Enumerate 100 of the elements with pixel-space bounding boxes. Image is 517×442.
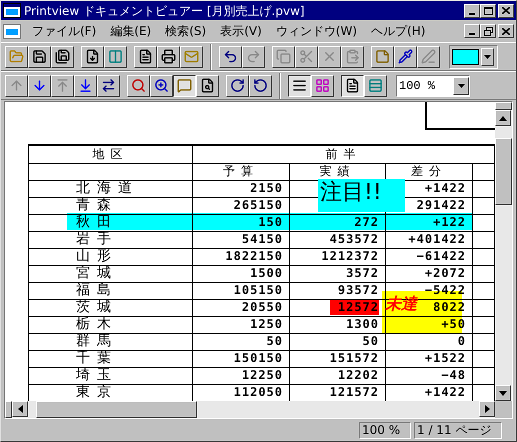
minimize-icon [469,33,475,35]
table-cell: 福島 [28,282,192,299]
horizontal-scrollbar[interactable] [5,401,495,418]
color-dropdown[interactable] [449,44,498,68]
table-cell: 150150 [192,350,290,367]
restore-button[interactable] [480,24,496,38]
menu-item[interactable]: 編集(E) [103,22,158,40]
cut-icon [299,49,314,64]
table-cell: 265150 [192,197,290,214]
table-cell: 453572 [330,232,379,247]
note-callout: 注目!! [318,179,405,212]
scroll-down-button[interactable] [495,385,511,401]
restore-icon [484,26,492,36]
zoom-icon [154,78,169,93]
table-cell: 2150 [192,180,290,197]
arrow-to-top-icon [55,78,70,93]
table-cell: 12202 [338,368,379,383]
rotate-back-icon [253,78,268,93]
column-header: 地区 [28,145,192,163]
menu-item[interactable]: 表示(V) [213,22,269,40]
table-cell: 151572 [330,351,379,366]
table-cell: 105150 [192,282,290,299]
minimize-icon [469,12,475,14]
note-icon [177,78,192,93]
swap-icon [101,78,116,93]
toolbar-button[interactable] [173,74,196,96]
close-icon [502,7,510,14]
menu-item[interactable]: 検索(S) [158,22,214,40]
scroll-up-button[interactable] [495,110,511,126]
table-cell: 秋田 [28,214,192,231]
triangle-icon [499,116,507,120]
zoom-select[interactable]: 100 % [396,74,470,96]
table-cell: 栃木 [28,316,192,333]
table-cell: 群馬 [28,333,192,350]
copy-icon [276,49,291,64]
floppy-disks-icon [55,49,70,64]
scroll-thumb[interactable] [36,401,197,418]
folder-icon [9,49,24,64]
menu-item[interactable]: ヘルプ(H) [364,22,432,40]
arrow-down-icon [32,78,47,93]
table-cell: 93572 [338,283,379,298]
toolbar-button[interactable] [341,74,364,96]
note-icon [375,49,390,64]
table-cell: +401422 [386,231,472,248]
table-cell: 青森 [28,197,192,214]
table-cell: 1822150 [192,248,290,265]
table-cell: 1500 [192,265,290,282]
table-cell: 54150 [192,231,290,248]
column-header: 前半 [192,145,494,163]
maximize-button[interactable] [480,4,496,18]
close-button[interactable] [498,4,514,18]
table-cell: 3572 [346,266,379,281]
lines-icon [292,78,307,93]
close-icon [502,28,510,34]
printer-icon [161,49,176,64]
document-icon [85,49,100,64]
search-icon [131,78,146,93]
toolbar-button[interactable] [288,74,311,96]
triangle-icon [499,390,507,396]
table-cell: 272 [354,215,379,230]
scroll-left-button[interactable] [12,401,28,417]
menu-item[interactable]: ウィンドウ(W) [268,22,364,40]
envelope-icon [184,49,199,64]
document-icon [3,24,21,38]
table-cell: 12250 [192,367,290,384]
status-field: 100 % [359,422,411,438]
delete-icon [322,49,337,64]
vertical-scrollbar[interactable] [495,102,512,401]
document-icon [345,78,360,93]
menu-item[interactable]: ファイル(F) [25,22,104,40]
pen-icon [421,49,436,64]
table-cell: +122 [386,214,472,231]
table-cell: 150 [192,214,290,231]
table-cell: 千葉 [28,350,192,367]
document-search-icon [200,78,215,93]
minimize-button[interactable] [464,24,480,38]
triangle-icon [484,405,490,413]
column-header: 予算 [192,163,290,180]
triangle-icon [18,405,22,413]
scroll-right-button[interactable] [479,401,495,417]
split-handle[interactable] [495,102,512,110]
minimize-button[interactable] [464,4,480,18]
split-handle[interactable] [5,401,12,418]
eyedropper-icon [398,49,413,64]
table-cell: 北海道 [28,180,192,197]
table-cell: +2072 [386,265,472,282]
rotate-icon [230,78,245,93]
table-cell: 茨城 [28,299,192,316]
table-cell: 岩手 [28,231,192,248]
window-title: Printview ドキュメントビュアー [月別売上げ.pvw] [24,2,306,20]
maximize-icon [484,6,492,14]
close-button[interactable] [498,24,514,38]
table-cell: −61422 [386,248,472,265]
scroll-thumb[interactable] [495,138,512,205]
table-cell: 1300 [346,317,379,332]
table-cell: 宮城 [28,265,192,282]
table-cell: 121572 [330,385,379,400]
table-cell: −48 [386,367,472,384]
paste-icon [345,49,360,64]
document-icon [138,49,153,64]
